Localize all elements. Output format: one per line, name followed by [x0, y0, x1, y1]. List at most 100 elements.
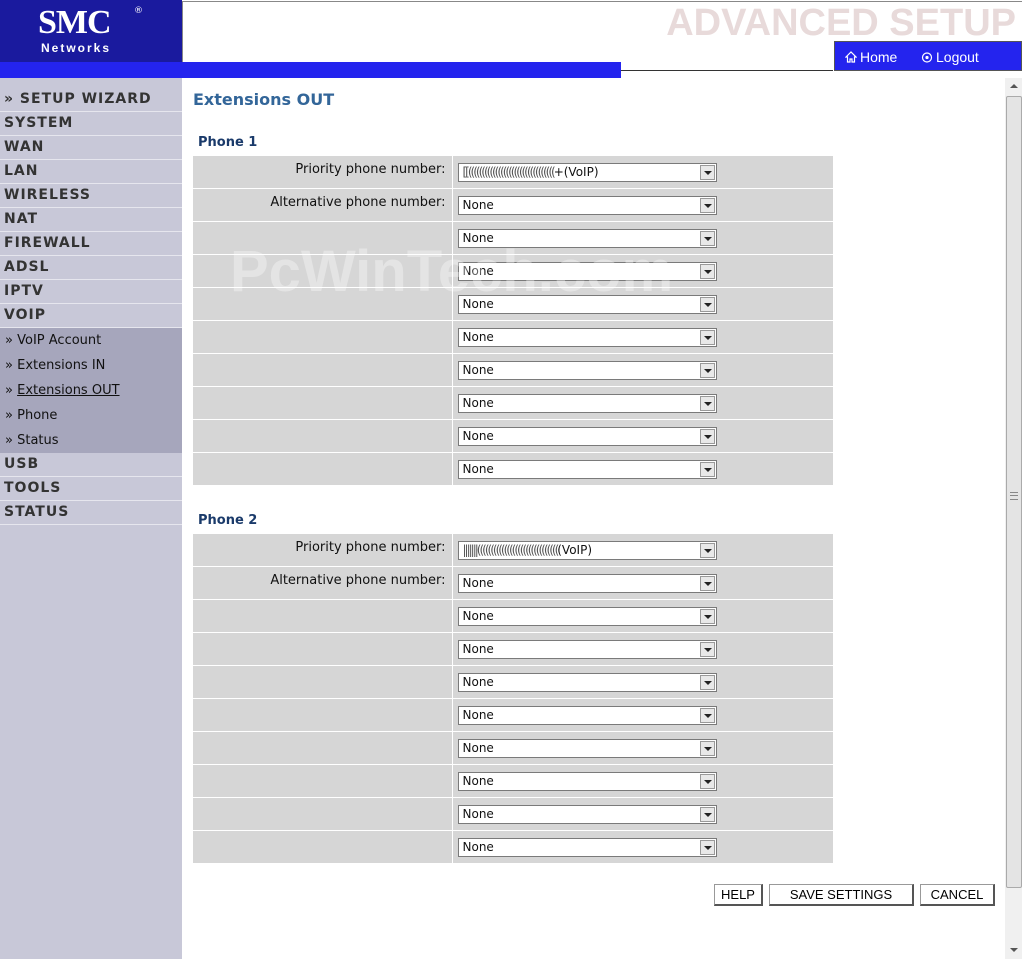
scrollbar-thumb[interactable] [1006, 96, 1022, 888]
select-value: None [462, 674, 494, 689]
table-row: None [193, 731, 833, 765]
sidebar-item-adsl[interactable]: ADSL [0, 256, 182, 280]
table-row: None [193, 287, 833, 321]
phone2-alternative-select-8[interactable]: None [457, 804, 717, 824]
logout-link[interactable]: Logout [921, 49, 979, 65]
phone2-priority-label: Priority phone number: [193, 534, 453, 567]
masked-number: |||||||(((((((((((((((((((((((((((((( [462, 542, 560, 557]
page-header-title: ADVANCED SETUP [666, 2, 1016, 44]
chevron-down-icon [699, 674, 715, 690]
select-value: None [462, 428, 494, 443]
phone2-alternative-select-6[interactable]: None [457, 738, 717, 758]
sidebar-item-wireless[interactable]: WIRELESS [0, 184, 182, 208]
phone2-alternative-select-7[interactable]: None [457, 771, 717, 791]
table-row: Alternative phone number: None [193, 188, 833, 222]
select-value: None [462, 461, 494, 476]
phone1-alternative-select-8[interactable]: None [457, 426, 717, 446]
phone1-alternative-label: Alternative phone number: [193, 188, 453, 222]
sidebar-item-nat[interactable]: NAT [0, 208, 182, 232]
sidebar-item-voip[interactable]: VOIP [0, 304, 182, 328]
sidebar-item-usb[interactable]: USB [0, 453, 182, 477]
submenu-item-extensions-out[interactable]: » Extensions OUT [0, 378, 182, 403]
home-icon [845, 51, 857, 63]
sidebar-item-lan[interactable]: LAN [0, 160, 182, 184]
home-link[interactable]: Home [845, 49, 897, 65]
submenu-item-extensions-in[interactable]: » Extensions IN [0, 353, 182, 378]
sidebar-item-status[interactable]: STATUS [0, 501, 182, 525]
sidebar-item-wan[interactable]: WAN [0, 136, 182, 160]
scroll-down-icon[interactable] [1005, 942, 1022, 959]
table-row: Priority phone number: [[(((((((((((((((… [193, 156, 833, 189]
sidebar-item-tools[interactable]: TOOLS [0, 477, 182, 501]
select-value: None [462, 773, 494, 788]
vertical-scrollbar[interactable] [1005, 78, 1022, 959]
select-value: None [462, 296, 494, 311]
phone1-alternative-select-1[interactable]: None [457, 195, 717, 215]
phone2-alternative-select-4[interactable]: None [457, 672, 717, 692]
voip-suffix: (VoIP) [557, 542, 593, 557]
chevron-down-icon [699, 461, 715, 477]
table-row: Alternative phone number: None [193, 566, 833, 600]
submenu-item-status[interactable]: » Status [0, 428, 182, 453]
select-value: None [462, 263, 494, 278]
phone1-alternative-select-7[interactable]: None [457, 393, 717, 413]
main-content: Extensions OUT Phone 1 Priority phone nu… [183, 78, 1005, 959]
logo-registered-mark: ® [134, 6, 143, 16]
phone2-alternative-select-9[interactable]: None [457, 837, 717, 857]
chevron-down-icon [699, 296, 715, 312]
logout-link-label: Logout [936, 49, 979, 65]
table-row: Priority phone number: |||||||((((((((((… [193, 534, 833, 567]
sidebar-item-iptv[interactable]: IPTV [0, 280, 182, 304]
phone1-priority-label: Priority phone number: [193, 156, 453, 189]
phone2-alternative-select-2[interactable]: None [457, 606, 717, 626]
phone1-priority-select[interactable]: [[((((((((((((((((((((((((((((((((+(VoIP… [457, 162, 717, 182]
sidebar-item-system[interactable]: SYSTEM [0, 112, 182, 136]
phone1-alternative-select-2[interactable]: None [457, 228, 717, 248]
cancel-button[interactable]: CANCEL [920, 884, 995, 906]
phone1-alternative-select-5[interactable]: None [457, 327, 717, 347]
help-button[interactable]: HELP [714, 884, 763, 906]
scroll-up-icon[interactable] [1005, 78, 1022, 95]
chevron-down-icon [699, 707, 715, 723]
submenu-item-voip-account[interactable]: » VoIP Account [0, 328, 182, 353]
submenu-label: Status [17, 433, 59, 448]
select-value: None [462, 806, 494, 821]
save-settings-button[interactable]: SAVE SETTINGS [769, 884, 914, 906]
submenu-item-phone[interactable]: » Phone [0, 403, 182, 428]
table-row: None [193, 419, 833, 453]
page-title: Extensions OUT [193, 90, 335, 109]
table-row: None [193, 599, 833, 633]
chevron-down-icon [699, 230, 715, 246]
select-value: None [462, 575, 494, 590]
phone1-alternative-select-6[interactable]: None [457, 360, 717, 380]
phone2-alternative-label: Alternative phone number: [193, 566, 453, 600]
sidebar-item-setup-wizard[interactable]: » SETUP WIZARD [0, 88, 182, 112]
logo-text: SMC [38, 4, 112, 41]
logo-subtext: Networks [41, 41, 112, 55]
power-icon [921, 52, 933, 63]
phone1-alternative-select-4[interactable]: None [457, 294, 717, 314]
table-row: None [193, 632, 833, 666]
select-value: None [462, 641, 494, 656]
phone2-priority-select[interactable]: |||||||(((((((((((((((((((((((((((((((Vo… [457, 540, 717, 560]
select-value: None [462, 230, 494, 245]
smc-logo: SMC ® Networks [0, 0, 182, 62]
table-row: None [193, 320, 833, 354]
select-value: None [462, 197, 494, 212]
chevron-down-icon [699, 362, 715, 378]
submenu-label: VoIP Account [17, 333, 102, 348]
phone1-alternative-select-9[interactable]: None [457, 459, 717, 479]
submenu-prefix: » [5, 433, 13, 448]
submenu-label: Extensions IN [17, 358, 106, 373]
select-value: None [462, 839, 494, 854]
phone2-alternative-select-1[interactable]: None [457, 573, 717, 593]
phone1-alternative-select-3[interactable]: None [457, 261, 717, 281]
chevron-down-icon [699, 542, 715, 558]
home-link-label: Home [860, 49, 898, 65]
phone2-alternative-select-5[interactable]: None [457, 705, 717, 725]
submenu-prefix: » [5, 358, 13, 373]
phone2-alternative-select-3[interactable]: None [457, 639, 717, 659]
sidebar-item-firewall[interactable]: FIREWALL [0, 232, 182, 256]
submenu-label: Extensions OUT [17, 383, 120, 398]
select-value: None [462, 362, 494, 377]
